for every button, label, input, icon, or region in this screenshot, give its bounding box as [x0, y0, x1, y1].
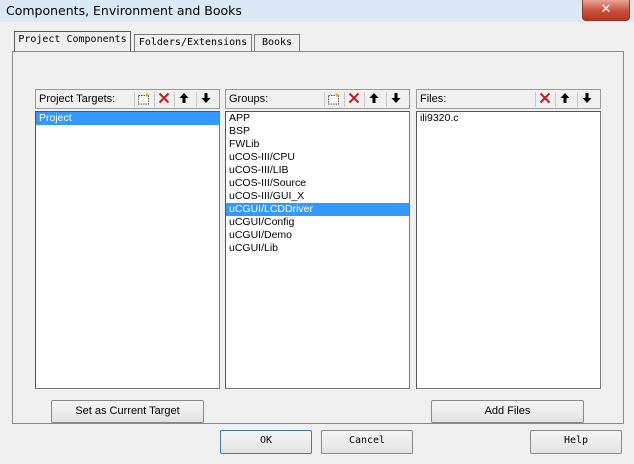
- files-label: Files:: [420, 93, 447, 105]
- project-targets-list[interactable]: Project: [35, 111, 220, 389]
- title-bar: Components, Environment and Books ✕: [0, 0, 634, 23]
- add-files-button[interactable]: Add Files: [431, 400, 584, 423]
- tab-folders-extensions[interactable]: Folders/Extensions: [134, 34, 252, 51]
- project-targets-label: Project Targets:: [39, 93, 116, 105]
- list-item[interactable]: uCGUI/Lib: [226, 242, 409, 255]
- tab-panel: Project Targets: Project Groups: APP BSP…: [12, 51, 624, 424]
- delete-icon[interactable]: [535, 92, 554, 107]
- groups-label: Groups:: [229, 93, 269, 105]
- groups-header: Groups:: [225, 89, 410, 109]
- list-item[interactable]: uCOS-III/Source: [226, 177, 409, 190]
- new-item-icon[interactable]: [324, 92, 343, 107]
- list-item[interactable]: APP: [226, 112, 409, 125]
- list-item[interactable]: Project: [36, 112, 219, 125]
- groups-list[interactable]: APP BSP FWLib uCOS-III/CPU uCOS-III/LIB uCOS-…: [225, 111, 410, 389]
- close-window-button[interactable]: ✕: [582, 0, 630, 21]
- window-title: Components, Environment and Books: [6, 3, 242, 18]
- project-targets-pane: Project Targets: Project: [35, 89, 220, 389]
- list-item[interactable]: uCOS-III/CPU: [226, 151, 409, 164]
- files-list[interactable]: ili9320.c: [416, 111, 601, 389]
- new-item-icon[interactable]: [134, 92, 153, 107]
- list-item[interactable]: BSP: [226, 125, 409, 138]
- list-item[interactable]: uCGUI/Demo: [226, 229, 409, 242]
- move-up-icon[interactable]: [174, 92, 193, 107]
- move-down-icon[interactable]: [386, 92, 405, 107]
- list-item[interactable]: FWLib: [226, 138, 409, 151]
- tab-project-components[interactable]: Project Components: [14, 31, 131, 51]
- dialog-body: Project Components Folders/Extensions Bo…: [0, 22, 634, 464]
- groups-pane: Groups: APP BSP FWLib uCOS-III/CPU uCOS-III/…: [225, 89, 410, 389]
- ok-button[interactable]: OK: [220, 430, 312, 454]
- list-item[interactable]: ili9320.c: [417, 112, 600, 125]
- tab-books[interactable]: Books: [254, 34, 300, 51]
- files-header: Files:: [416, 89, 601, 109]
- tab-label: Project Components: [18, 34, 127, 45]
- move-up-icon[interactable]: [364, 92, 383, 107]
- delete-icon[interactable]: [344, 92, 363, 107]
- project-targets-header: Project Targets:: [35, 89, 220, 109]
- files-pane: Files: ili9320.c: [416, 89, 601, 389]
- set-current-target-button[interactable]: Set as Current Target: [51, 400, 204, 423]
- tab-label: Folders/Extensions: [138, 37, 248, 48]
- move-down-icon[interactable]: [196, 92, 215, 107]
- list-item[interactable]: uCGUI/Config: [226, 216, 409, 229]
- help-button[interactable]: Help: [530, 430, 622, 454]
- move-up-icon[interactable]: [555, 92, 574, 107]
- list-item[interactable]: uCGUI/LCDDriver: [226, 203, 409, 216]
- list-item[interactable]: uCOS-III/GUI_X: [226, 190, 409, 203]
- list-item[interactable]: uCOS-III/LIB: [226, 164, 409, 177]
- tab-label: Books: [261, 37, 293, 48]
- close-icon: ✕: [600, 2, 612, 17]
- delete-icon[interactable]: [154, 92, 173, 107]
- move-down-icon[interactable]: [577, 92, 596, 107]
- cancel-button[interactable]: Cancel: [321, 430, 413, 454]
